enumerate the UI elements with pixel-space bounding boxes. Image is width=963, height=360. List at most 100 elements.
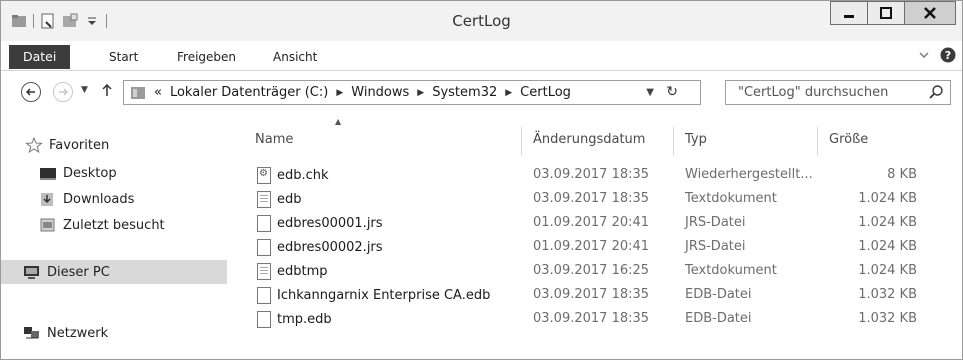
file-size: 1.024 KB [858,215,917,230]
nav-recent[interactable]: Zuletzt besucht [39,217,165,233]
chevron-right-icon[interactable]: ▶ [505,88,512,98]
help-icon[interactable]: ? [940,47,956,63]
tab-ansicht[interactable]: Ansicht [263,45,327,69]
up-button[interactable] [101,83,113,101]
folder-icon [131,86,145,99]
file-type: EDB-Datei [685,311,752,326]
minimize-button[interactable] [830,1,868,25]
ribbon-tabs: Datei Start Freigeben Ansicht ? [1,41,962,71]
minimize-icon [844,15,854,18]
file-type: JRS-Datei [685,215,746,230]
recent-locations-button[interactable]: ▼ [81,85,88,95]
file-date: 01.09.2017 20:41 [533,239,650,254]
file-icon [257,287,271,304]
recent-places-icon [40,218,55,232]
chevron-down-icon[interactable]: ▼ [646,87,654,98]
file-name: edbtmp [277,264,328,279]
column-divider[interactable] [817,127,818,155]
column-date[interactable]: Änderungsdatum [533,132,645,147]
file-date: 03.09.2017 18:35 [533,287,650,302]
file-name-cell: Ichkanngarnix Enterprise CA.edb [257,287,490,304]
expand-ribbon-icon[interactable] [918,50,930,60]
file-size: 1.024 KB [858,263,917,278]
file-row[interactable]: edbtmp 03.09.2017 16:25 Textdokument 1.0… [243,260,959,284]
file-size: 1.024 KB [858,191,917,206]
column-size[interactable]: Größe [829,132,868,147]
breadcrumb-certlog[interactable]: CertLog [520,85,571,100]
forward-button[interactable] [53,82,73,102]
close-button[interactable] [904,1,956,25]
address-bar[interactable]: « Lokaler Datenträger (C:) ▶ Windows ▶ S… [123,80,701,105]
column-type[interactable]: Typ [685,132,707,147]
nav-label: Dieser PC [47,264,110,280]
breadcrumb-system32[interactable]: System32 [432,85,497,100]
file-row[interactable]: edb 03.09.2017 18:35 Textdokument 1.024 … [243,188,959,212]
maximize-button[interactable] [867,1,905,25]
arrow-up-icon [102,83,112,96]
search-icon[interactable] [928,84,944,100]
address-row: ▼ « Lokaler Datenträger (C:) ▶ Windows ▶… [1,71,962,113]
file-name-cell: edbres00002.jrs [257,239,383,256]
file-icon [257,311,271,328]
nav-label: Desktop [63,165,117,181]
nav-label: Zuletzt besucht [63,217,165,233]
nav-favorites[interactable]: Favoriten [25,137,109,153]
file-row[interactable]: edbres00001.jrs 01.09.2017 20:41 JRS-Dat… [243,212,959,236]
file-row[interactable]: edbres00002.jrs 01.09.2017 20:41 JRS-Dat… [243,236,959,260]
file-icon [257,215,271,232]
file-name: edbres00002.jrs [277,240,383,255]
file-size: 1.032 KB [858,287,917,302]
breadcrumb-drive[interactable]: Lokaler Datenträger (C:) [170,85,328,100]
column-divider[interactable] [673,127,674,155]
breadcrumb-windows[interactable]: Windows [351,85,409,100]
chevron-right-icon[interactable]: ▶ [336,88,343,98]
window-title: CertLog [452,12,511,30]
file-name-cell: edbres00001.jrs [257,215,383,232]
navigation-pane: Favoriten Desktop Downloads Zuletzt besu… [1,113,232,359]
nav-desktop[interactable]: Desktop [39,165,117,181]
desktop-icon [40,168,56,180]
explorer-window: CertLog Datei Start Freigeben Ansicht ? [0,0,963,360]
file-date: 03.09.2017 18:35 [533,311,650,326]
refresh-icon[interactable]: ↻ [666,84,678,100]
file-row[interactable]: Ichkanngarnix Enterprise CA.edb 03.09.20… [243,284,959,308]
star-icon [25,137,43,153]
checkpoint-file-icon [257,167,271,184]
nav-network[interactable]: Netzwerk [23,325,108,341]
column-name[interactable]: Name [255,132,293,147]
maximize-icon [880,7,892,19]
file-name: edb [277,192,302,207]
back-button[interactable] [21,82,41,102]
nav-label: Favoriten [49,137,110,153]
nav-this-pc[interactable]: Dieser PC [1,260,227,284]
network-icon [24,327,39,339]
file-icon [257,239,271,256]
chevron-right-icon[interactable]: ▶ [417,88,424,98]
file-type: Textdokument [685,191,777,206]
file-size: 8 KB [887,167,917,182]
file-name: edb.chk [277,168,329,183]
column-divider[interactable] [521,127,522,155]
file-date: 03.09.2017 18:35 [533,167,650,182]
svg-text:?: ? [945,49,951,62]
file-name: tmp.edb [277,312,332,327]
text-document-icon [257,263,271,280]
nav-label: Netzwerk [47,325,109,341]
file-name-cell: edb.chk [257,167,329,184]
tab-start[interactable]: Start [99,45,148,69]
file-size: 1.024 KB [858,239,917,254]
tab-freigeben[interactable]: Freigeben [167,45,246,69]
arrow-right-icon [59,88,69,96]
address-overflow[interactable]: « [154,85,162,100]
nav-downloads[interactable]: Downloads [39,191,134,207]
file-row[interactable]: tmp.edb 03.09.2017 18:35 EDB-Datei 1.032… [243,308,959,332]
file-list: ▲ Name Änderungsdatum Typ Größe edb.chk … [243,113,959,359]
downloads-icon [41,193,53,206]
search-input[interactable]: "CertLog" durchsuchen [725,80,951,105]
sort-ascending-icon: ▲ [335,117,342,126]
close-icon [924,7,936,19]
tab-datei[interactable]: Datei [9,45,71,69]
file-name-cell: tmp.edb [257,311,332,328]
computer-icon [24,266,39,279]
file-row[interactable]: edb.chk 03.09.2017 18:35 Wiederhergestel… [243,164,959,188]
